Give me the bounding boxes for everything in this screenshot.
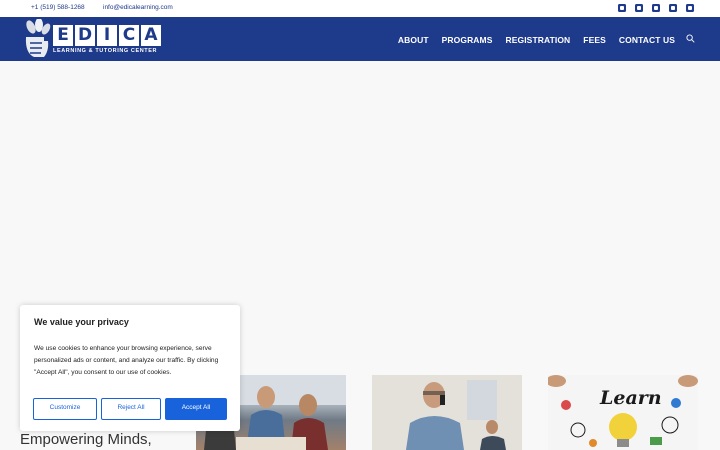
phone-link[interactable]: +1 (519) 588-1268 bbox=[31, 4, 85, 11]
nav-about[interactable]: ABOUT bbox=[398, 35, 429, 45]
reject-all-button[interactable]: Reject All bbox=[101, 398, 161, 420]
nav-programs[interactable]: PROGRAMS bbox=[442, 35, 493, 45]
office-illustration bbox=[372, 375, 522, 450]
top-contact-bar: +1 (519) 588-1268 info@edicalearning.com bbox=[0, 0, 720, 17]
social-links bbox=[618, 4, 694, 12]
logo-letter: A bbox=[141, 25, 161, 46]
cookie-message: We use cookies to enhance your browsing … bbox=[34, 345, 219, 376]
learn-lightbulb-illustration: Learn bbox=[548, 375, 698, 450]
twitter-icon[interactable] bbox=[669, 4, 677, 12]
search-icon[interactable] bbox=[686, 34, 695, 43]
main-nav: ABOUT PROGRAMS REGISTRATION FEES CONTACT… bbox=[398, 35, 675, 45]
nav-registration[interactable]: REGISTRATION bbox=[506, 35, 571, 45]
instagram-icon[interactable] bbox=[635, 4, 643, 12]
customize-button[interactable]: Customize bbox=[33, 398, 97, 420]
learn-concept-image: Learn bbox=[548, 375, 698, 450]
logo-letter: I bbox=[97, 25, 117, 46]
man-on-phone-photo bbox=[372, 375, 522, 450]
logo-wordmark: E D I C A bbox=[53, 25, 163, 46]
logo-letter: E bbox=[53, 25, 73, 46]
facebook-icon[interactable] bbox=[618, 4, 626, 12]
linkedin-icon[interactable] bbox=[652, 4, 660, 12]
hero-headline: Empowering Minds, bbox=[20, 431, 152, 448]
logo-letter: C bbox=[119, 25, 139, 46]
logo-tagline: LEARNING & TUTORING CENTER bbox=[53, 48, 158, 54]
site-logo[interactable]: E D I C A LEARNING & TUTORING CENTER bbox=[22, 19, 167, 59]
accept-all-button[interactable]: Accept All bbox=[165, 398, 227, 420]
nav-contact-us[interactable]: CONTACT US bbox=[619, 35, 675, 45]
cookie-title: We value your privacy bbox=[34, 317, 129, 327]
cookie-consent-dialog: We value your privacy We use cookies to … bbox=[20, 305, 240, 431]
logo-letter: D bbox=[75, 25, 95, 46]
youtube-icon[interactable] bbox=[686, 4, 694, 12]
email-link[interactable]: info@edicalearning.com bbox=[103, 4, 173, 11]
hand-leaf-icon bbox=[25, 19, 51, 57]
site-header: E D I C A LEARNING & TUTORING CENTER ABO… bbox=[0, 17, 720, 61]
learn-text: Learn bbox=[599, 387, 662, 409]
nav-fees[interactable]: FEES bbox=[583, 35, 606, 45]
